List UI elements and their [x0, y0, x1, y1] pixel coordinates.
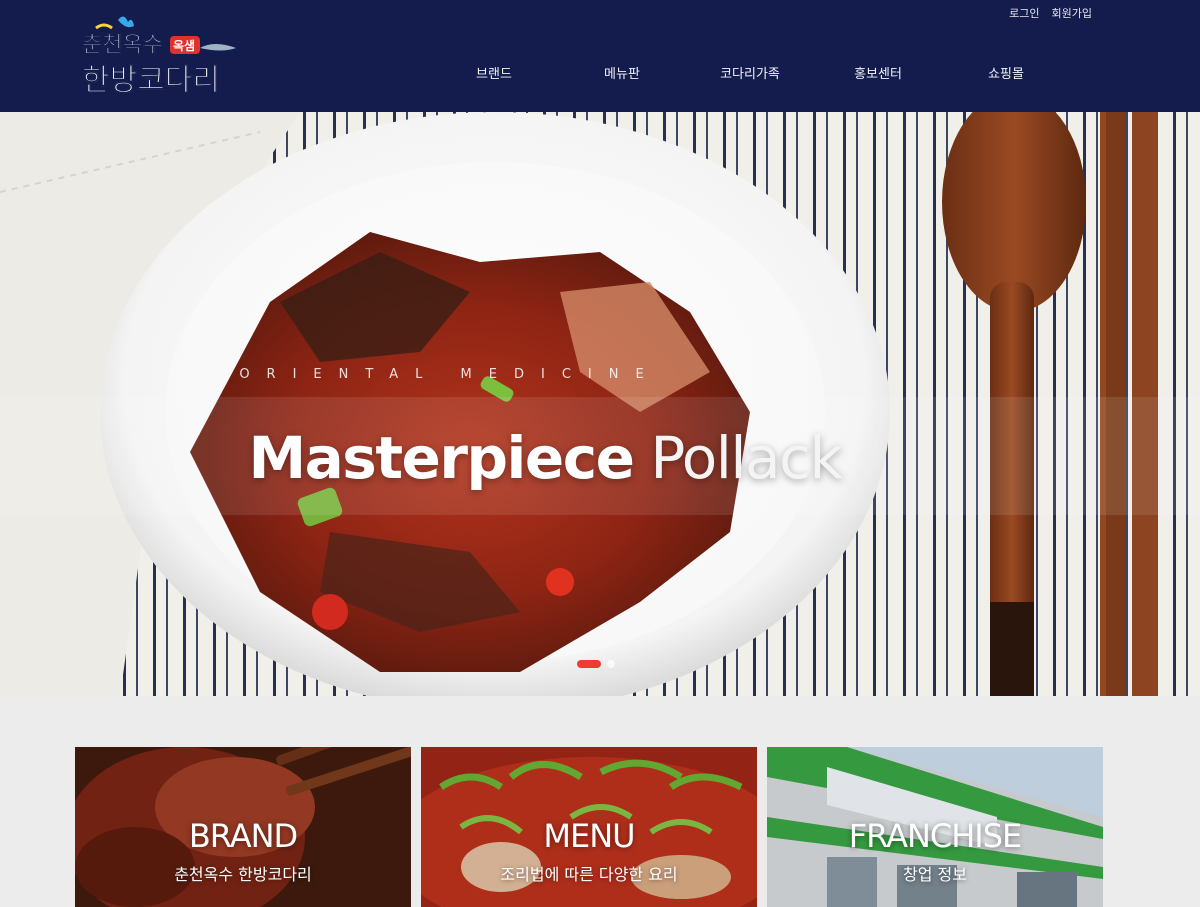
utility-nav: 로그인 회원가입: [1009, 5, 1092, 21]
brand-logo[interactable]: 춘천옥수 옥샘 한방코다리: [80, 14, 242, 96]
signup-link[interactable]: 회원가입: [1052, 5, 1092, 21]
logo-graphic: 춘천옥수 옥샘 한방코다리: [82, 16, 236, 96]
main-nav: 브랜드 메뉴판 코다리가족 홍보센터 쇼핑몰: [430, 64, 1070, 88]
svg-text:한방코다리: 한방코다리: [82, 63, 220, 96]
card-menu[interactable]: MENU 조리법에 따른 다양한 요리: [421, 747, 757, 907]
hero-title-light: Pollack: [650, 424, 843, 492]
nav-item-brand[interactable]: 브랜드: [430, 64, 558, 88]
feature-cards: BRAND 춘천옥수 한방코다리 MENU 조리법에 따른 다양한 요리 FRA…: [75, 747, 1104, 907]
card-franchise[interactable]: FRANCHISE 창업 정보: [767, 747, 1103, 907]
nav-item-shop[interactable]: 쇼핑몰: [942, 64, 1070, 88]
nav-item-menu[interactable]: 메뉴판: [558, 64, 686, 88]
card-brand-subtitle: 춘천옥수 한방코다리: [174, 865, 312, 884]
card-brand[interactable]: BRAND 춘천옥수 한방코다리: [75, 747, 411, 907]
login-link[interactable]: 로그인: [1009, 5, 1039, 21]
hero-title: Masterpiece Pollack: [0, 424, 1200, 492]
card-brand-title: BRAND: [188, 817, 298, 855]
slider-dot-active[interactable]: [577, 660, 601, 668]
card-franchise-subtitle: 창업 정보: [903, 865, 967, 884]
slider-pagination: [577, 660, 615, 668]
hero-title-bold: Masterpiece: [248, 424, 635, 492]
card-franchise-title: FRANCHISE: [848, 817, 1023, 855]
card-menu-title: MENU: [543, 817, 635, 855]
site-header: 춘천옥수 옥샘 한방코다리 로그인 회원가입 브랜드 메뉴판 코다리가족 홍보센…: [0, 0, 1200, 112]
hero-kicker: ORIENTAL MEDICINE: [239, 367, 661, 382]
hero-slider: ORIENTAL MEDICINE Masterpiece Pollack: [0, 112, 1200, 696]
card-menu-subtitle: 조리법에 따른 다양한 요리: [500, 865, 678, 884]
svg-text:춘천옥수: 춘천옥수: [82, 33, 163, 58]
nav-item-pr-center[interactable]: 홍보센터: [814, 64, 942, 88]
nav-item-family[interactable]: 코다리가족: [686, 64, 814, 88]
svg-text:옥샘: 옥샘: [173, 38, 195, 53]
slider-dot[interactable]: [607, 660, 615, 668]
